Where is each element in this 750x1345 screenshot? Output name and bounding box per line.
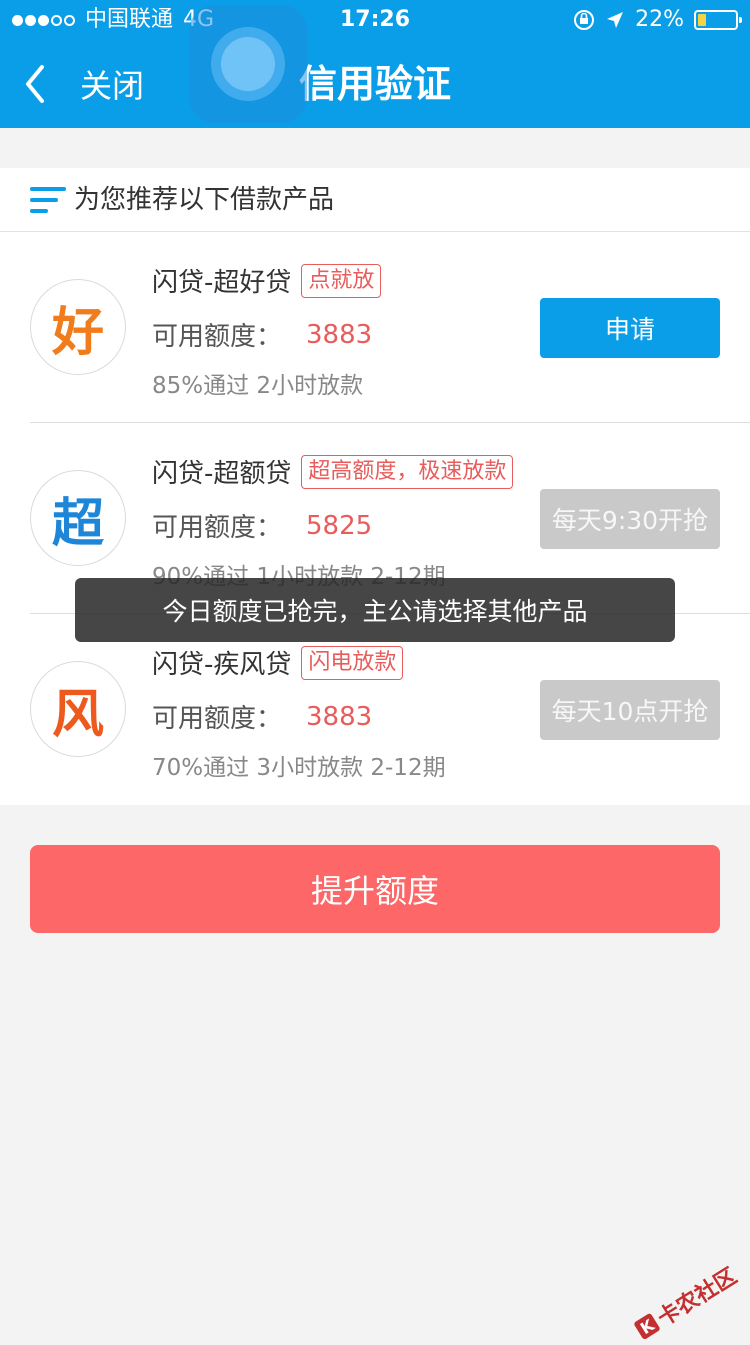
product-logo: 好 [30,279,126,375]
product-item: 好 闪贷-超好贷 点就放 可用额度： 3883 85%通过 2小时放款 申请 [0,232,750,423]
toast-message: 今日额度已抢完，主公请选择其他产品 [75,578,675,642]
credit-row: 可用额度： 3883 [152,316,372,353]
app-header: 中国联通 4G 17:26 22% 关闭 信用验证 [0,0,750,128]
location-arrow-icon [607,12,624,28]
product-meta: 70%通过 3小时放款 2-12期 [152,755,446,781]
product-name: 闪贷-超额贷 [152,459,292,489]
product-item: 风 闪贷-疾风贷 闪电放款 可用额度： 3883 70%通过 3小时放款 2-1… [0,614,750,805]
watermark-text: 卡农社区 [653,1263,742,1332]
product-logo: 风 [30,661,126,757]
product-name-row: 闪贷-疾风贷 闪电放款 [152,644,404,681]
product-list: 好 闪贷-超好贷 点就放 可用额度： 3883 85%通过 2小时放款 申请 超… [0,232,750,805]
product-name: 闪贷-超好贷 [152,268,292,298]
credit-value: 5825 [306,510,373,541]
credit-label: 可用额度： [152,704,283,734]
credit-row: 可用额度： 5825 [152,507,372,544]
battery-icon [694,10,742,30]
scheduled-grab-button[interactable]: 每天9:30开抢 [540,489,720,549]
scheduled-grab-button[interactable]: 每天10点开抢 [540,680,720,740]
status-bar: 中国联通 4G 17:26 22% [0,0,750,40]
recommend-section-header: 为您推荐以下借款产品 [0,168,750,232]
product-tag: 闪电放款 [301,645,404,680]
product-logo: 超 [30,470,126,566]
product-tag: 点就放 [301,263,382,298]
product-name-row: 闪贷-超好贷 点就放 [152,262,382,299]
credit-value: 3883 [306,319,373,350]
product-meta: 85%通过 2小时放款 [152,373,364,399]
page-title: 信用验证 [298,62,451,106]
list-menu-icon [30,187,66,213]
boost-credit-button[interactable]: 提升额度 [30,845,720,933]
watermark-logo: K 卡农社区 [630,1259,742,1345]
product-tag: 超高额度，极速放款 [301,454,514,489]
credit-label: 可用额度： [152,513,283,543]
credit-label: 可用额度： [152,322,283,352]
section-title: 为您推荐以下借款产品 [74,185,335,215]
nav-bar: 关闭 信用验证 [0,40,750,128]
product-name: 闪贷-疾风贷 [152,650,292,680]
credit-value: 3883 [306,701,373,732]
orientation-lock-icon [574,10,595,30]
product-name-row: 闪贷-超额贷 超高额度，极速放款 [152,453,514,490]
status-right: 22% [573,0,742,40]
apply-button[interactable]: 申请 [540,298,720,358]
assistive-touch-button[interactable] [189,5,307,123]
battery-percent: 22% [635,7,684,32]
credit-row: 可用额度： 3883 [152,698,372,735]
